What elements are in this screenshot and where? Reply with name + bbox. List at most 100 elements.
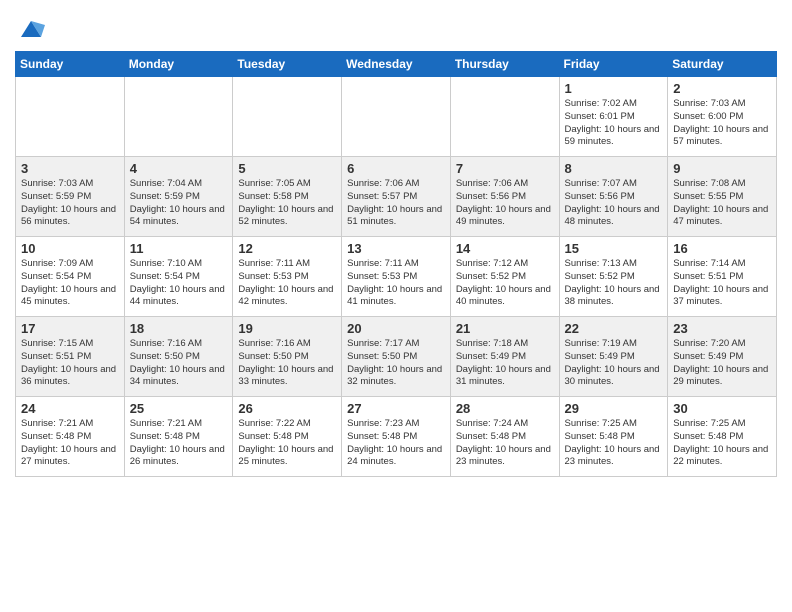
calendar-cell: 4Sunrise: 7:04 AM Sunset: 5:59 PM Daylig… xyxy=(124,157,233,237)
day-info: Sunrise: 7:21 AM Sunset: 5:48 PM Dayligh… xyxy=(21,418,119,469)
day-number: 6 xyxy=(347,161,445,176)
day-info: Sunrise: 7:12 AM Sunset: 5:52 PM Dayligh… xyxy=(456,258,554,309)
day-info: Sunrise: 7:14 AM Sunset: 5:51 PM Dayligh… xyxy=(673,258,771,309)
day-number: 26 xyxy=(238,401,336,416)
weekday-header: Tuesday xyxy=(233,52,342,77)
day-info: Sunrise: 7:08 AM Sunset: 5:55 PM Dayligh… xyxy=(673,178,771,229)
calendar-cell xyxy=(124,77,233,157)
day-info: Sunrise: 7:03 AM Sunset: 5:59 PM Dayligh… xyxy=(21,178,119,229)
day-number: 5 xyxy=(238,161,336,176)
day-number: 19 xyxy=(238,321,336,336)
day-number: 16 xyxy=(673,241,771,256)
day-number: 9 xyxy=(673,161,771,176)
day-info: Sunrise: 7:19 AM Sunset: 5:49 PM Dayligh… xyxy=(565,338,663,389)
calendar-cell: 2 Sunrise: 7:03 AM Sunset: 6:00 PM Daylig… xyxy=(668,77,777,157)
calendar-week-row: 17Sunrise: 7:15 AM Sunset: 5:51 PM Dayli… xyxy=(16,317,777,397)
day-info: Sunrise: 7:02 AM Sunset: 6:01 PM Dayligh… xyxy=(565,98,663,149)
day-info: Sunrise: 7:06 AM Sunset: 5:56 PM Dayligh… xyxy=(456,178,554,229)
day-number: 14 xyxy=(456,241,554,256)
day-info: Sunrise: 7:03 AM Sunset: 6:00 PM Dayligh… xyxy=(673,98,771,149)
calendar-cell: 18 Sunrise: 7:16 AM Sunset: 5:50 PM Dayli… xyxy=(124,317,233,397)
day-number: 22 xyxy=(565,321,663,336)
calendar-week-row: 3 Sunrise: 7:03 AM Sunset: 5:59 PM Daylig… xyxy=(16,157,777,237)
calendar-cell: 9 Sunrise: 7:08 AM Sunset: 5:55 PM Daylig… xyxy=(668,157,777,237)
calendar-cell: 24 Sunrise: 7:21 AM Sunset: 5:48 PM Dayli… xyxy=(16,397,125,477)
calendar-cell: 1 Sunrise: 7:02 AM Sunset: 6:01 PM Daylig… xyxy=(559,77,668,157)
day-info: Sunrise: 7:06 AM Sunset: 5:57 PM Dayligh… xyxy=(347,178,445,229)
day-number: 17 xyxy=(21,321,119,336)
weekday-header: Wednesday xyxy=(342,52,451,77)
day-number: 7 xyxy=(456,161,554,176)
calendar-week-row: 10 Sunrise: 7:09 AM Sunset: 5:54 PM Dayli… xyxy=(16,237,777,317)
day-number: 1 xyxy=(565,81,663,96)
calendar-cell: 15 Sunrise: 7:13 AM Sunset: 5:52 PM Dayli… xyxy=(559,237,668,317)
weekday-header: Thursday xyxy=(450,52,559,77)
day-info: Sunrise: 7:25 AM Sunset: 5:48 PM Dayligh… xyxy=(565,418,663,469)
calendar-cell: 12 Sunrise: 7:11 AM Sunset: 5:53 PM Dayli… xyxy=(233,237,342,317)
day-number: 20 xyxy=(347,321,445,336)
calendar-cell: 14 Sunrise: 7:12 AM Sunset: 5:52 PM Dayli… xyxy=(450,237,559,317)
calendar-cell: 20Sunrise: 7:17 AM Sunset: 5:50 PM Dayli… xyxy=(342,317,451,397)
calendar-table: SundayMondayTuesdayWednesdayThursdayFrid… xyxy=(15,51,777,477)
day-info: Sunrise: 7:22 AM Sunset: 5:48 PM Dayligh… xyxy=(238,418,336,469)
day-number: 29 xyxy=(565,401,663,416)
logo-icon xyxy=(17,15,45,43)
page: SundayMondayTuesdayWednesdayThursdayFrid… xyxy=(0,0,792,492)
day-number: 30 xyxy=(673,401,771,416)
day-number: 18 xyxy=(130,321,228,336)
day-number: 2 xyxy=(673,81,771,96)
day-info: Sunrise: 7:24 AM Sunset: 5:48 PM Dayligh… xyxy=(456,418,554,469)
day-info: Sunrise: 7:07 AM Sunset: 5:56 PM Dayligh… xyxy=(565,178,663,229)
day-info: Sunrise: 7:11 AM Sunset: 5:53 PM Dayligh… xyxy=(347,258,445,309)
calendar-cell: 16 Sunrise: 7:14 AM Sunset: 5:51 PM Dayli… xyxy=(668,237,777,317)
calendar-cell: 11 Sunrise: 7:10 AM Sunset: 5:54 PM Dayli… xyxy=(124,237,233,317)
day-number: 24 xyxy=(21,401,119,416)
day-number: 21 xyxy=(456,321,554,336)
day-number: 8 xyxy=(565,161,663,176)
calendar-cell: 10 Sunrise: 7:09 AM Sunset: 5:54 PM Dayli… xyxy=(16,237,125,317)
calendar-cell: 13 Sunrise: 7:11 AM Sunset: 5:53 PM Dayli… xyxy=(342,237,451,317)
calendar-cell: 23Sunrise: 7:20 AM Sunset: 5:49 PM Dayli… xyxy=(668,317,777,397)
calendar-cell: 25 Sunrise: 7:21 AM Sunset: 5:48 PM Dayli… xyxy=(124,397,233,477)
weekday-header: Saturday xyxy=(668,52,777,77)
day-number: 25 xyxy=(130,401,228,416)
weekday-header: Friday xyxy=(559,52,668,77)
calendar-cell: 22 Sunrise: 7:19 AM Sunset: 5:49 PM Dayli… xyxy=(559,317,668,397)
day-number: 11 xyxy=(130,241,228,256)
day-number: 10 xyxy=(21,241,119,256)
weekday-header: Monday xyxy=(124,52,233,77)
calendar-cell: 5Sunrise: 7:05 AM Sunset: 5:58 PM Daylig… xyxy=(233,157,342,237)
calendar-cell xyxy=(233,77,342,157)
calendar-cell xyxy=(450,77,559,157)
logo xyxy=(15,15,45,43)
day-info: Sunrise: 7:16 AM Sunset: 5:50 PM Dayligh… xyxy=(130,338,228,389)
header xyxy=(15,10,777,43)
day-info: Sunrise: 7:11 AM Sunset: 5:53 PM Dayligh… xyxy=(238,258,336,309)
calendar-cell: 19 Sunrise: 7:16 AM Sunset: 5:50 PM Dayli… xyxy=(233,317,342,397)
day-info: Sunrise: 7:18 AM Sunset: 5:49 PM Dayligh… xyxy=(456,338,554,389)
day-number: 4 xyxy=(130,161,228,176)
day-number: 3 xyxy=(21,161,119,176)
weekday-header: Sunday xyxy=(16,52,125,77)
calendar-cell: 28 Sunrise: 7:24 AM Sunset: 5:48 PM Dayli… xyxy=(450,397,559,477)
calendar-cell: 27Sunrise: 7:23 AM Sunset: 5:48 PM Dayli… xyxy=(342,397,451,477)
calendar-cell: 26 Sunrise: 7:22 AM Sunset: 5:48 PM Dayli… xyxy=(233,397,342,477)
day-info: Sunrise: 7:16 AM Sunset: 5:50 PM Dayligh… xyxy=(238,338,336,389)
day-info: Sunrise: 7:23 AM Sunset: 5:48 PM Dayligh… xyxy=(347,418,445,469)
calendar-cell: 8 Sunrise: 7:07 AM Sunset: 5:56 PM Daylig… xyxy=(559,157,668,237)
calendar-cell: 7 Sunrise: 7:06 AM Sunset: 5:56 PM Daylig… xyxy=(450,157,559,237)
day-number: 12 xyxy=(238,241,336,256)
day-info: Sunrise: 7:13 AM Sunset: 5:52 PM Dayligh… xyxy=(565,258,663,309)
day-info: Sunrise: 7:20 AM Sunset: 5:49 PM Dayligh… xyxy=(673,338,771,389)
calendar-week-row: 1 Sunrise: 7:02 AM Sunset: 6:01 PM Daylig… xyxy=(16,77,777,157)
calendar-cell xyxy=(342,77,451,157)
calendar-cell: 3 Sunrise: 7:03 AM Sunset: 5:59 PM Daylig… xyxy=(16,157,125,237)
day-number: 15 xyxy=(565,241,663,256)
day-info: Sunrise: 7:21 AM Sunset: 5:48 PM Dayligh… xyxy=(130,418,228,469)
day-info: Sunrise: 7:10 AM Sunset: 5:54 PM Dayligh… xyxy=(130,258,228,309)
calendar-cell: 21 Sunrise: 7:18 AM Sunset: 5:49 PM Dayli… xyxy=(450,317,559,397)
day-number: 13 xyxy=(347,241,445,256)
day-info: Sunrise: 7:09 AM Sunset: 5:54 PM Dayligh… xyxy=(21,258,119,309)
calendar-week-row: 24 Sunrise: 7:21 AM Sunset: 5:48 PM Dayli… xyxy=(16,397,777,477)
day-number: 28 xyxy=(456,401,554,416)
